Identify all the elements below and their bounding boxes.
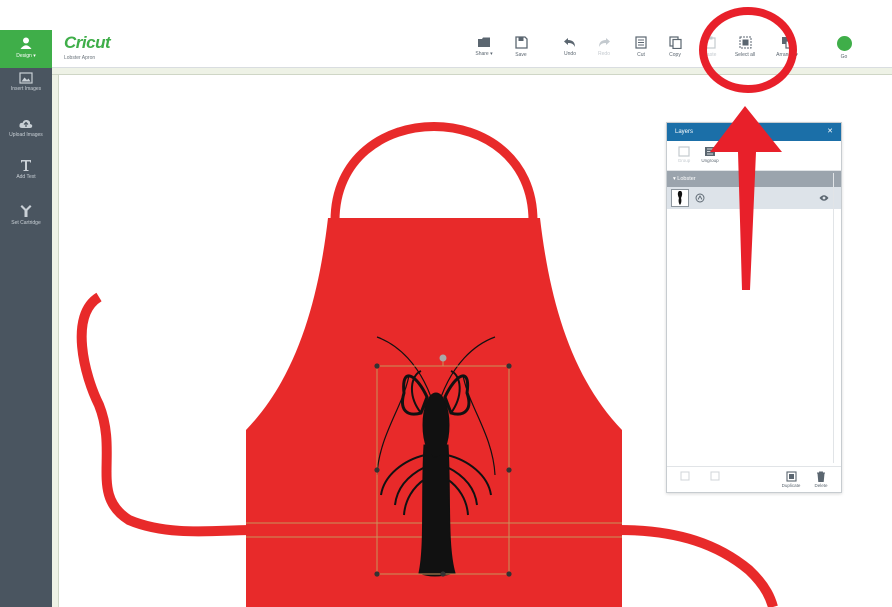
select-all-button[interactable]: Select all <box>728 36 762 58</box>
ungroup-label: Ungroup <box>701 158 719 163</box>
attach-icon <box>680 471 690 481</box>
ungroup-icon <box>705 147 715 156</box>
ruler-horizontal <box>52 68 892 75</box>
sidebar-item-label: Insert Images <box>10 86 42 92</box>
redo-label: Redo <box>598 51 610 57</box>
resize-handle-top-left <box>374 363 380 369</box>
resize-handle-bottom-mid <box>440 571 446 577</box>
text-icon <box>21 160 31 171</box>
sidebar-item-label: Upload Images <box>9 132 43 138</box>
select-all-icon <box>739 36 751 49</box>
rotate-handle <box>439 354 447 362</box>
cut-type-icon[interactable] <box>695 193 705 203</box>
go-label: Go <box>840 54 848 60</box>
visibility-eye-icon[interactable] <box>819 194 829 202</box>
save-button[interactable]: Save <box>504 36 538 58</box>
arrange-icon <box>781 37 794 49</box>
design-menu-button[interactable]: Design ▾ <box>0 30 52 68</box>
folder-icon <box>478 37 490 47</box>
apron-left-tie <box>76 292 252 537</box>
top-toolbar: Cricut Lobster Apron Share ▾ Save Undo R… <box>52 30 892 68</box>
flatten-button[interactable] <box>703 471 727 481</box>
group-icon <box>678 146 690 157</box>
layers-footer: Duplicate Delete <box>667 466 841 492</box>
arrange-button[interactable]: Arrange ▾ <box>770 36 804 58</box>
resize-handle-bottom-right <box>506 571 512 577</box>
cartridge-icon <box>20 205 32 217</box>
layers-panel-title: Layers <box>675 129 694 135</box>
layer-row-lobster[interactable] <box>667 187 841 209</box>
layers-panel-header[interactable]: Layers ✕ <box>667 123 841 141</box>
lobster-thumbnail-icon <box>677 191 683 205</box>
apron-right-tie <box>618 525 778 607</box>
duplicate-button[interactable]: Duplicate <box>779 471 803 488</box>
undo-icon <box>564 38 575 47</box>
layers-scrollbar[interactable] <box>833 173 838 463</box>
user-icon <box>20 37 32 49</box>
sidebar-item-set-cartridge[interactable]: Set Cartridge <box>0 204 52 250</box>
cut-icon <box>635 36 647 49</box>
undo-label: Undo <box>564 51 576 57</box>
resize-handle-mid-left <box>374 467 380 473</box>
group-button[interactable]: Group <box>671 146 697 163</box>
design-menu-label: Design ▾ <box>16 53 36 59</box>
cricut-logo: Cricut <box>64 33 111 52</box>
layer-thumbnail <box>671 189 689 207</box>
image-icon <box>19 72 33 84</box>
resize-handle-mid-right <box>506 467 512 473</box>
duplicate-label: Duplicate <box>781 483 801 488</box>
delete-button[interactable]: Delete <box>809 471 833 488</box>
redo-icon <box>599 38 610 47</box>
copy-button[interactable]: Copy <box>658 36 692 58</box>
paste-label: Paste <box>703 52 717 58</box>
delete-label: Delete <box>814 483 828 488</box>
layers-toolbar: Group Ungroup <box>667 141 841 171</box>
redo-button[interactable]: Redo <box>587 36 621 57</box>
share-button[interactable]: Share ▾ <box>467 36 501 57</box>
cut-label: Cut <box>637 52 645 58</box>
apron-neck-strap <box>330 122 538 222</box>
cut-button[interactable]: Cut <box>624 36 658 58</box>
upload-icon <box>19 119 33 128</box>
copy-icon <box>668 36 682 49</box>
go-button[interactable]: Go <box>833 36 855 60</box>
close-icon[interactable]: ✕ <box>827 123 833 141</box>
flatten-icon <box>710 471 720 481</box>
layers-panel: Layers ✕ Group Ungroup ▾ Lobster Duplica… <box>666 122 842 493</box>
paste-icon <box>704 36 716 49</box>
sidebar-item-insert-images[interactable]: Insert Images <box>0 72 52 118</box>
arrange-label: Arrange ▾ <box>776 52 798 58</box>
copy-label: Copy <box>669 52 681 58</box>
group-label: Group <box>677 158 691 163</box>
layer-group-lobster[interactable]: ▾ Lobster <box>667 171 841 187</box>
save-label: Save <box>515 52 527 58</box>
share-label: Share ▾ <box>475 51 493 57</box>
ruler-vertical <box>52 75 59 607</box>
go-circle-icon <box>836 36 852 51</box>
undo-button[interactable]: Undo <box>553 36 587 57</box>
select-all-label: Select all <box>734 52 756 58</box>
paste-button[interactable]: Paste <box>693 36 727 58</box>
sidebar-item-label: Add Text <box>16 174 36 180</box>
resize-handle-bottom-left <box>374 571 380 577</box>
sidebar-item-label: Set Cartridge <box>11 220 41 226</box>
attach-button[interactable] <box>673 471 697 481</box>
duplicate-icon <box>785 471 797 482</box>
sidebar-item-add-text[interactable]: Add Text <box>0 158 52 204</box>
resize-handle-top-right <box>506 363 512 369</box>
ungroup-button[interactable]: Ungroup <box>697 146 723 163</box>
save-icon <box>514 36 528 49</box>
project-name[interactable]: Lobster Apron <box>64 55 95 61</box>
delete-icon <box>817 471 825 482</box>
